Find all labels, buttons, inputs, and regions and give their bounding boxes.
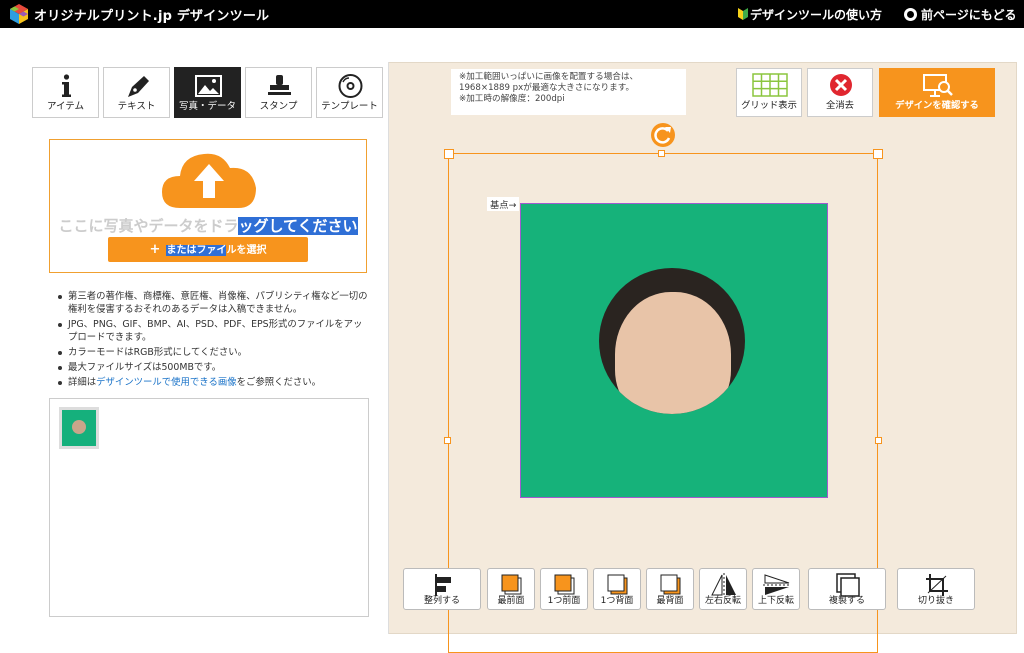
note-prefix: 詳細は — [68, 377, 97, 388]
tab-stamp[interactable]: スタンプ — [245, 67, 312, 118]
thumbnail-image — [62, 410, 96, 446]
photo-hole — [599, 268, 745, 414]
clear-x-icon — [830, 74, 852, 96]
send-backward-button[interactable]: 1つ背面 — [593, 568, 641, 610]
confirm-design-button[interactable]: デザインを確認する — [879, 68, 995, 117]
info-line: ※加工時の解像度：200dpi — [459, 94, 565, 104]
clear-button-label: 全消去 — [826, 100, 854, 111]
list-item: カラーモードはRGB形式にしてください。 — [56, 346, 368, 359]
flip-vertical-label: 上下反転 — [757, 596, 794, 606]
canvas-info: ※加工範囲いっぱいに画像を配置する場合は、 1968×1889 pxが最適な大き… — [451, 69, 686, 115]
info-line: 1968×1889 pxが最適な大きさになります。 — [459, 83, 635, 93]
bring-forward-label: 1つ前面 — [547, 596, 581, 606]
bring-to-front-button[interactable]: 最前面 — [487, 568, 535, 610]
file-button-selected: またはファイ — [166, 245, 227, 256]
duplicate-label: 複製する — [828, 596, 865, 606]
tab-item[interactable]: アイテム — [32, 67, 99, 118]
help-link-label: デザインツールの使い方 — [750, 8, 883, 22]
rotate-icon — [654, 127, 671, 144]
align-button-label: 整列する — [423, 596, 460, 606]
tab-photo-data[interactable]: 写真・データ — [174, 67, 241, 118]
drop-text-plain: ここに写真やデータをドラ — [58, 217, 239, 235]
upload-drop-zone[interactable]: ここに写真やデータをドラッグしてください + またはファイルを選択 — [49, 139, 367, 273]
stamp-icon — [268, 75, 291, 95]
bring-front-label: 最前面 — [497, 596, 525, 606]
grid-icon — [752, 73, 788, 97]
back-circle-icon — [904, 8, 917, 21]
beginner-mark-icon — [738, 8, 748, 20]
tab-label: テンプレート — [321, 101, 378, 112]
flip-horizontal-label: 左右反転 — [704, 596, 741, 606]
send-backward-label: 1つ背面 — [600, 596, 634, 606]
info-line: ※加工範囲いっぱいに画像を配置する場合は、 — [459, 72, 639, 82]
tab-label: スタンプ — [259, 101, 298, 112]
grid-toggle-button[interactable]: グリッド表示 — [736, 68, 802, 117]
resize-handle-tr[interactable] — [873, 149, 883, 159]
send-to-back-button[interactable]: 最背面 — [646, 568, 694, 610]
tool-tabs: アイテム テキスト 写真・データ スタンプ テンプレート — [32, 67, 387, 119]
monitor-search-icon — [923, 74, 953, 97]
crop-label: 切り抜き — [917, 596, 954, 606]
tab-label: テキスト — [117, 101, 156, 112]
uploaded-images-panel — [49, 398, 369, 617]
send-back-label: 最背面 — [656, 596, 684, 606]
uploaded-image-thumbnail[interactable] — [59, 407, 99, 449]
tab-label: 写真・データ — [178, 101, 236, 112]
file-button-plain: ルを選択 — [226, 245, 267, 256]
flip-vertical-button[interactable]: 上下反転 — [752, 568, 800, 610]
bring-forward-button[interactable]: 1つ前面 — [540, 568, 588, 610]
note-suffix: をご参照ください。 — [236, 377, 321, 388]
back-link-label: 前ページにもどる — [921, 8, 1017, 22]
image-icon — [195, 75, 222, 97]
drop-text-selected: ッグしてください — [238, 217, 358, 235]
pen-icon — [128, 76, 149, 97]
origin-label: 基点→ — [487, 197, 520, 211]
resize-handle-left[interactable] — [444, 437, 451, 444]
drop-instruction: ここに写真やデータをドラッグしてください — [50, 215, 366, 236]
list-item: 詳細はデザインツールで使用できる画像をご参照ください。 — [56, 376, 368, 389]
back-link[interactable]: 前ページにもどる — [904, 6, 1017, 23]
resize-handle-tl[interactable] — [444, 149, 454, 159]
align-button[interactable]: 整列する — [403, 568, 481, 610]
top-bar: オリジナルプリント.jp デザインツール デザインツールの使い方 前ページにもど… — [0, 0, 1024, 28]
flip-horizontal-button[interactable]: 左右反転 — [699, 568, 747, 610]
template-icon — [338, 74, 363, 98]
placed-photo[interactable] — [520, 203, 828, 498]
resize-handle-right[interactable] — [875, 437, 882, 444]
clear-all-button[interactable]: 全消去 — [807, 68, 873, 117]
duplicate-button[interactable]: 複製する — [808, 568, 886, 610]
rotate-handle[interactable] — [651, 123, 675, 147]
help-link[interactable]: デザインツールの使い方 — [738, 6, 882, 23]
confirm-button-label: デザインを確認する — [895, 100, 979, 111]
resize-handle-top[interactable] — [658, 150, 665, 157]
select-file-button[interactable]: + またはファイルを選択 — [108, 237, 308, 262]
logo-cube-icon — [10, 4, 28, 24]
plus-icon: + — [149, 242, 161, 257]
upload-notes: 第三者の著作権、商標権、意匠権、肖像権、パブリシティ権など一切の権利を侵害するお… — [56, 290, 368, 391]
grid-button-label: グリッド表示 — [741, 100, 797, 111]
crop-button[interactable]: 切り抜き — [897, 568, 975, 610]
list-item: JPG、PNG、GIF、BMP、AI、PSD、PDF、EPS形式のファイルをアッ… — [56, 318, 368, 344]
list-item: 第三者の著作権、商標権、意匠権、肖像権、パブリシティ権など一切の権利を侵害するお… — [56, 290, 368, 316]
tab-template[interactable]: テンプレート — [316, 67, 383, 118]
tab-label: アイテム — [46, 101, 85, 112]
list-item: 最大ファイルサイズは500MBです。 — [56, 361, 368, 374]
usable-images-link[interactable]: デザインツールで使用できる画像 — [96, 377, 236, 388]
info-icon — [62, 74, 71, 97]
photo-face — [615, 292, 731, 414]
site-title: オリジナルプリント.jp デザインツール — [34, 9, 270, 24]
cloud-upload-icon — [162, 153, 256, 208]
tab-text[interactable]: テキスト — [103, 67, 170, 118]
